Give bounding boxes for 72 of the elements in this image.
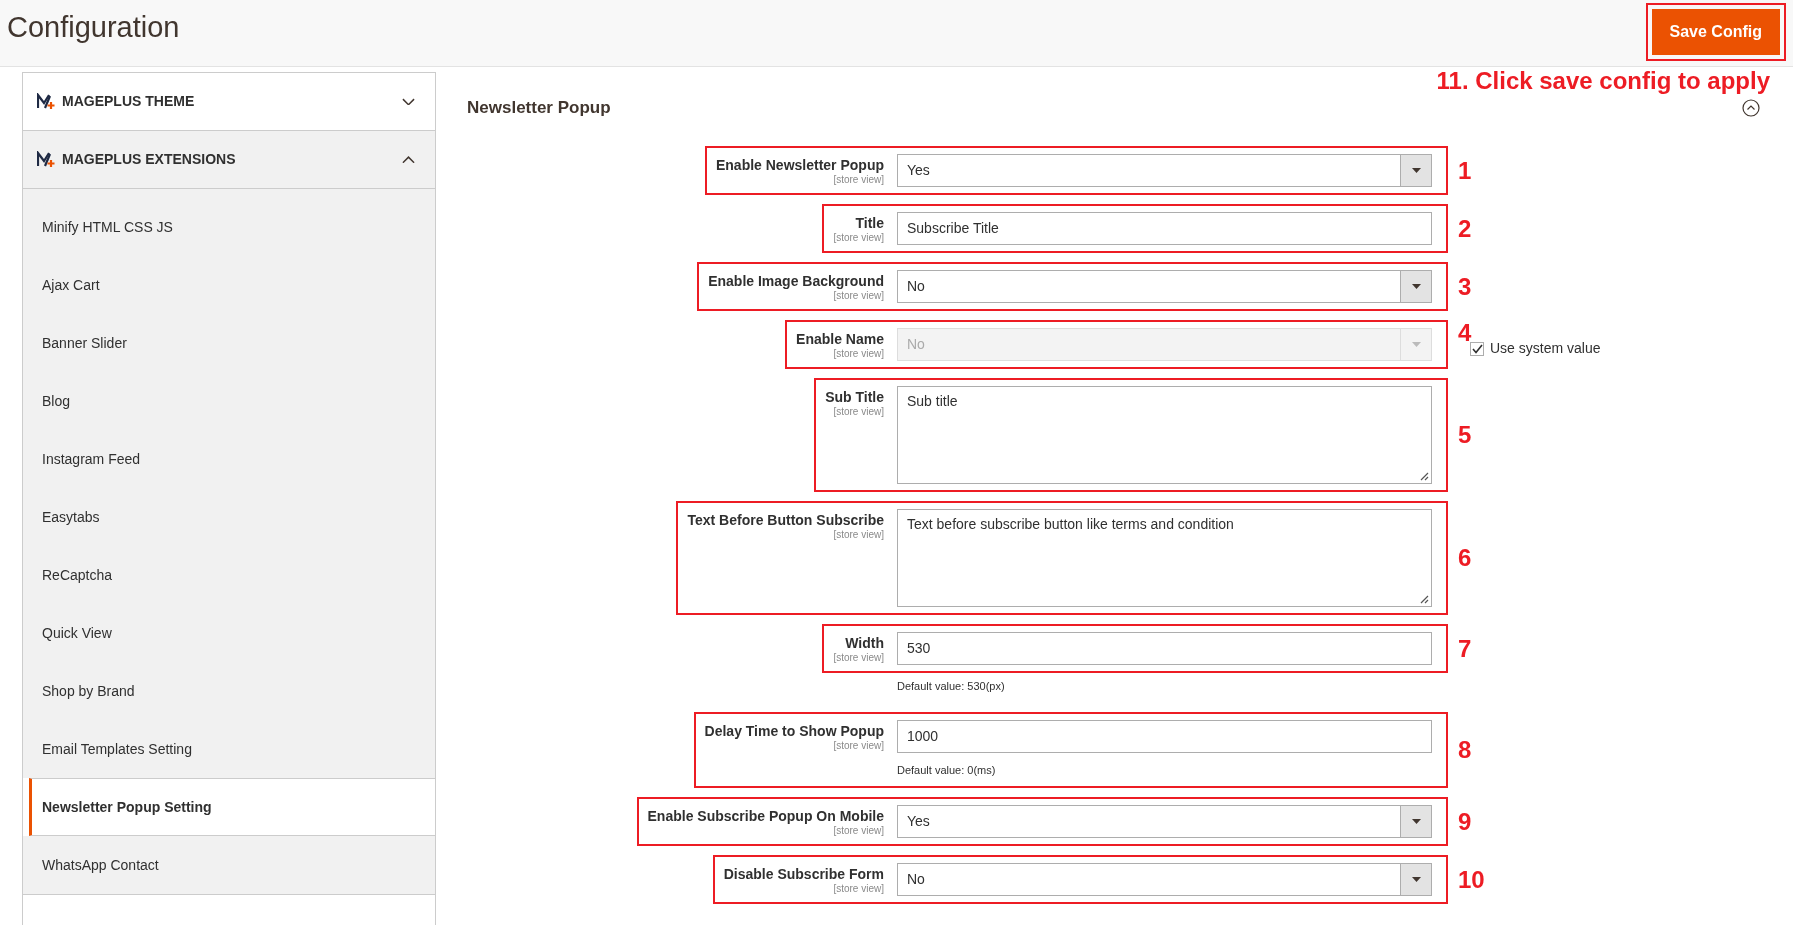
caret-icon xyxy=(1411,284,1421,289)
sidebar-item[interactable]: Email Templates Setting xyxy=(23,720,435,778)
collapse-icon[interactable] xyxy=(1742,99,1760,117)
text-field[interactable]: 530 xyxy=(897,632,1432,665)
caret-icon xyxy=(1411,342,1421,347)
field-label: Enable Subscribe Popup On Mobile xyxy=(647,808,884,825)
logo-icon xyxy=(37,93,56,110)
checkbox-label: Use system value xyxy=(1490,339,1601,358)
annotation-note: 11. Click save config to apply xyxy=(1436,67,1770,95)
chevron-icon[interactable] xyxy=(402,97,415,106)
annotation-number: 6 xyxy=(1458,545,1473,571)
field-label: Text Before Button Subscribe xyxy=(687,512,884,529)
field-label: Enable Image Background xyxy=(708,273,884,290)
text-area-field[interactable]: Sub title xyxy=(897,386,1432,484)
caret-icon xyxy=(1411,168,1421,173)
scope-label: [store view] xyxy=(832,406,884,418)
scope-label: [store view] xyxy=(832,883,884,895)
field-label: Title xyxy=(854,215,884,232)
annotation-number: 3 xyxy=(1458,273,1473,300)
field-label: Disable Subscribe Form xyxy=(723,866,884,883)
text-field[interactable]: 1000 xyxy=(897,719,1432,753)
annotation-number: 4 xyxy=(1458,320,1473,346)
field-label: Enable Newsletter Popup xyxy=(715,157,884,174)
logo-icon xyxy=(37,151,56,168)
help-text: Default value: 0(ms) xyxy=(897,762,997,778)
field-label: Delay Time to Show Popup xyxy=(704,722,884,740)
scope-label: [store view] xyxy=(832,825,884,837)
scope-label: [store view] xyxy=(833,652,884,664)
save-config-button[interactable]: Save Config xyxy=(1651,9,1780,55)
select-field[interactable]: No xyxy=(897,270,1432,303)
sidebar-item[interactable]: WhatsApp Contact xyxy=(23,836,435,894)
sidebar-item[interactable]: Quick View xyxy=(23,604,435,662)
annotation-number: 1 xyxy=(1458,157,1473,184)
sidebar-item[interactable]: Easytabs xyxy=(23,488,435,546)
scope-label: [store view] xyxy=(832,739,884,752)
annotation-number: 5 xyxy=(1458,422,1473,448)
sidebar-item[interactable]: Newsletter Popup Setting xyxy=(29,778,435,836)
field-label: Width xyxy=(844,635,884,652)
resize-grip-icon[interactable] xyxy=(1420,472,1429,481)
annotation-number: 9 xyxy=(1458,808,1473,835)
text-field[interactable]: Subscribe Title xyxy=(897,212,1432,245)
sidebar-item[interactable]: Shop by Brand xyxy=(23,662,435,720)
annotation-number: 8 xyxy=(1458,736,1473,763)
select-field[interactable]: Yes xyxy=(897,154,1432,187)
scope-label: [store view] xyxy=(832,290,884,302)
help-text: Default value: 530(px) xyxy=(897,679,1006,694)
select-field[interactable]: No xyxy=(897,863,1432,896)
select-field: No xyxy=(897,328,1432,361)
sidebar-section-header[interactable]: MAGEPLUS EXTENSIONS xyxy=(23,131,435,189)
page-title: Configuration xyxy=(7,10,180,45)
section-title: Newsletter Popup xyxy=(467,96,611,119)
sidebar-item[interactable]: Banner Slider xyxy=(23,314,435,372)
annotation-number: 2 xyxy=(1458,215,1473,242)
select-field[interactable]: Yes xyxy=(897,805,1432,838)
sidebar-item[interactable]: Instagram Feed xyxy=(23,430,435,488)
scope-label: [store view] xyxy=(832,174,884,186)
annotation-number: 10 xyxy=(1458,866,1486,893)
sidebar-item[interactable]: Ajax Cart xyxy=(23,256,435,314)
field-label: Sub Title xyxy=(825,389,884,406)
scope-label: [store view] xyxy=(832,348,884,360)
sidebar-item[interactable]: Blog xyxy=(23,372,435,430)
caret-icon xyxy=(1411,819,1421,824)
annotation-number: 7 xyxy=(1458,635,1473,662)
text-area-field[interactable]: Text before subscribe button like terms and condition xyxy=(897,509,1432,607)
sidebar-item[interactable]: ReCaptcha xyxy=(23,546,435,604)
caret-icon xyxy=(1411,877,1421,882)
chevron-icon[interactable] xyxy=(402,155,415,164)
field-label: Enable Name xyxy=(796,331,884,348)
sidebar-item[interactable]: Minify HTML CSS JS xyxy=(23,189,435,256)
scope-label: [store view] xyxy=(833,232,884,244)
scope-label: [store view] xyxy=(832,529,884,541)
resize-grip-icon[interactable] xyxy=(1420,595,1429,604)
